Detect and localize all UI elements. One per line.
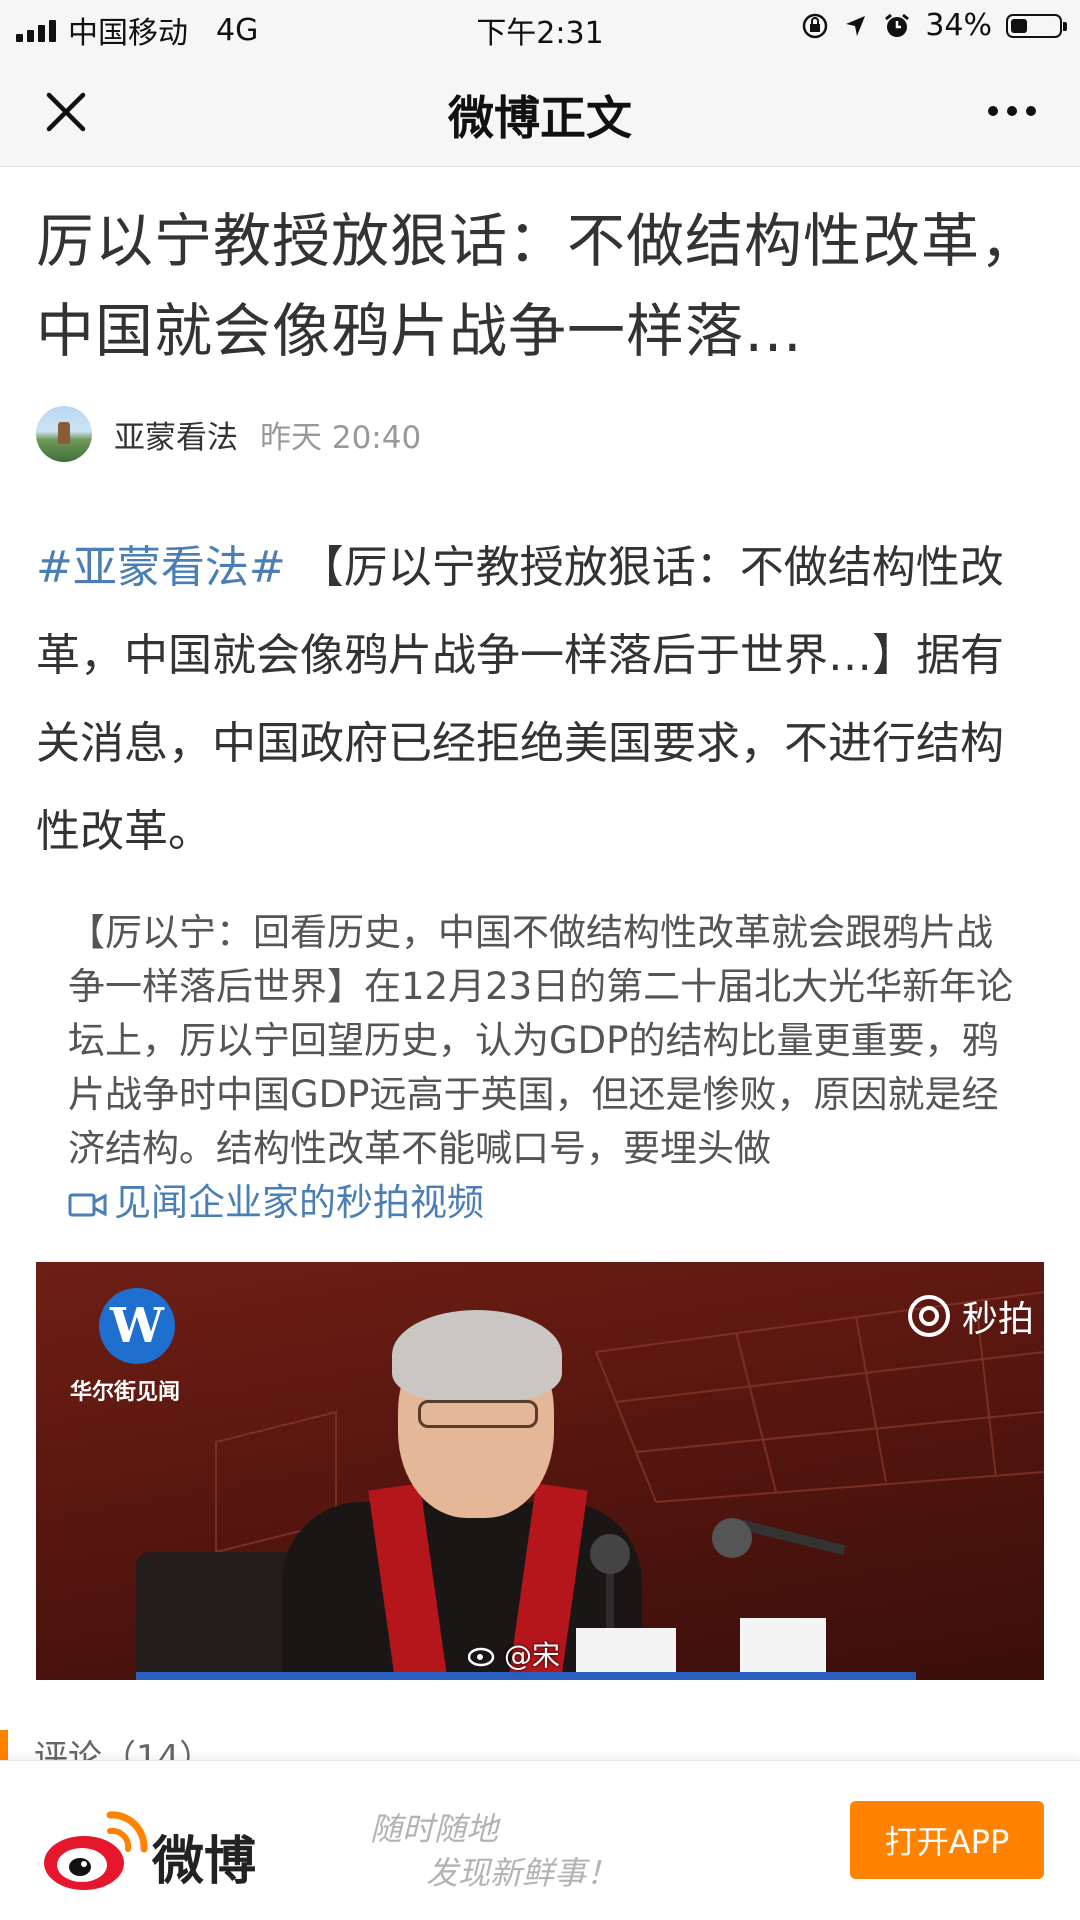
more-button[interactable]: [972, 86, 1052, 136]
author-row: 亚蒙看法 昨天 20:40: [36, 406, 421, 462]
article-title[interactable]: 厉以宁教授放狠话：不做结构性改革，中国就会像鸦片战争一样落…: [36, 196, 1046, 376]
weibo-logo-icon: [44, 1811, 148, 1890]
miaopai-icon: [907, 1295, 950, 1337]
post-body: #亚蒙看法# 【厉以宁教授放狠话：不做结构性改革，中国就会像鸦片战争一样落后于世…: [36, 524, 1046, 876]
more-dots-icon: [988, 106, 998, 116]
weibo-icon: [468, 1647, 495, 1667]
page-title: 微博正文: [448, 91, 632, 145]
chair: [136, 1552, 296, 1680]
battery-fill: [1011, 18, 1027, 33]
video-thumbnail[interactable]: W 华尔街见闻 秒拍 @宋: [36, 1262, 1044, 1680]
slogan-line-2: 发现新鲜事！: [426, 1854, 619, 1892]
close-button[interactable]: [30, 76, 102, 148]
slogan: 随时随地 发现新鲜事！: [370, 1807, 670, 1895]
microphone: [590, 1534, 630, 1574]
wallstreetcn-logo-text: 华尔街见闻: [70, 1380, 181, 1405]
battery-icon: [1006, 13, 1067, 38]
miaopai-badge: 秒拍: [906, 1290, 1034, 1342]
author-name[interactable]: 亚蒙看法: [114, 412, 238, 457]
status-bar: 中国移动 4G 下午2:31 34%: [0, 0, 1080, 54]
quoted-text: 【厉以宁：回看历史，中国不做结构性改革就会跟鸦片战争一样落后世界】在12月23日…: [68, 906, 1028, 1230]
close-icon: [46, 92, 86, 132]
weibo-watermark: @宋: [468, 1634, 560, 1674]
hashtag-link[interactable]: #亚蒙看法#: [36, 542, 286, 593]
rotation-lock-icon: [803, 13, 828, 38]
wallstreetcn-logo: W 华尔街见闻: [70, 1288, 180, 1406]
weibo-brand-name: 微博: [152, 1832, 257, 1892]
glasses: [418, 1400, 538, 1428]
video-link-label: 见闻企业家的秒拍视频: [114, 1181, 484, 1224]
quoted-text-body: 【厉以宁：回看历史，中国不做结构性改革就会跟鸦片战争一样落后世界】在12月23日…: [68, 911, 1014, 1170]
video-icon: [68, 1193, 107, 1217]
microphone: [712, 1518, 752, 1558]
weibo-post-page: 中国移动 4G 下午2:31 34% 微博正文 厉以宁教授放狠话：不做结构性改革…: [0, 0, 1080, 1920]
avatar[interactable]: [36, 406, 92, 462]
app-download-banner: 微博 随时随地 发现新鲜事！ 打开APP: [0, 1760, 1080, 1920]
video-link[interactable]: 见闻企业家的秒拍视频: [68, 1181, 484, 1224]
watermark-text: @宋: [504, 1639, 561, 1672]
nav-bar: 微博正文: [0, 54, 1080, 167]
name-card: [740, 1618, 826, 1674]
post-time: 昨天 20:40: [260, 419, 422, 456]
open-app-button[interactable]: 打开APP: [850, 1801, 1044, 1879]
battery-percent: 34%: [925, 8, 992, 43]
miaopai-label: 秒拍: [961, 1299, 1034, 1340]
location-icon: [846, 15, 866, 36]
slogan-line-1: 随时随地: [370, 1810, 499, 1848]
alarm-icon: [885, 13, 910, 37]
